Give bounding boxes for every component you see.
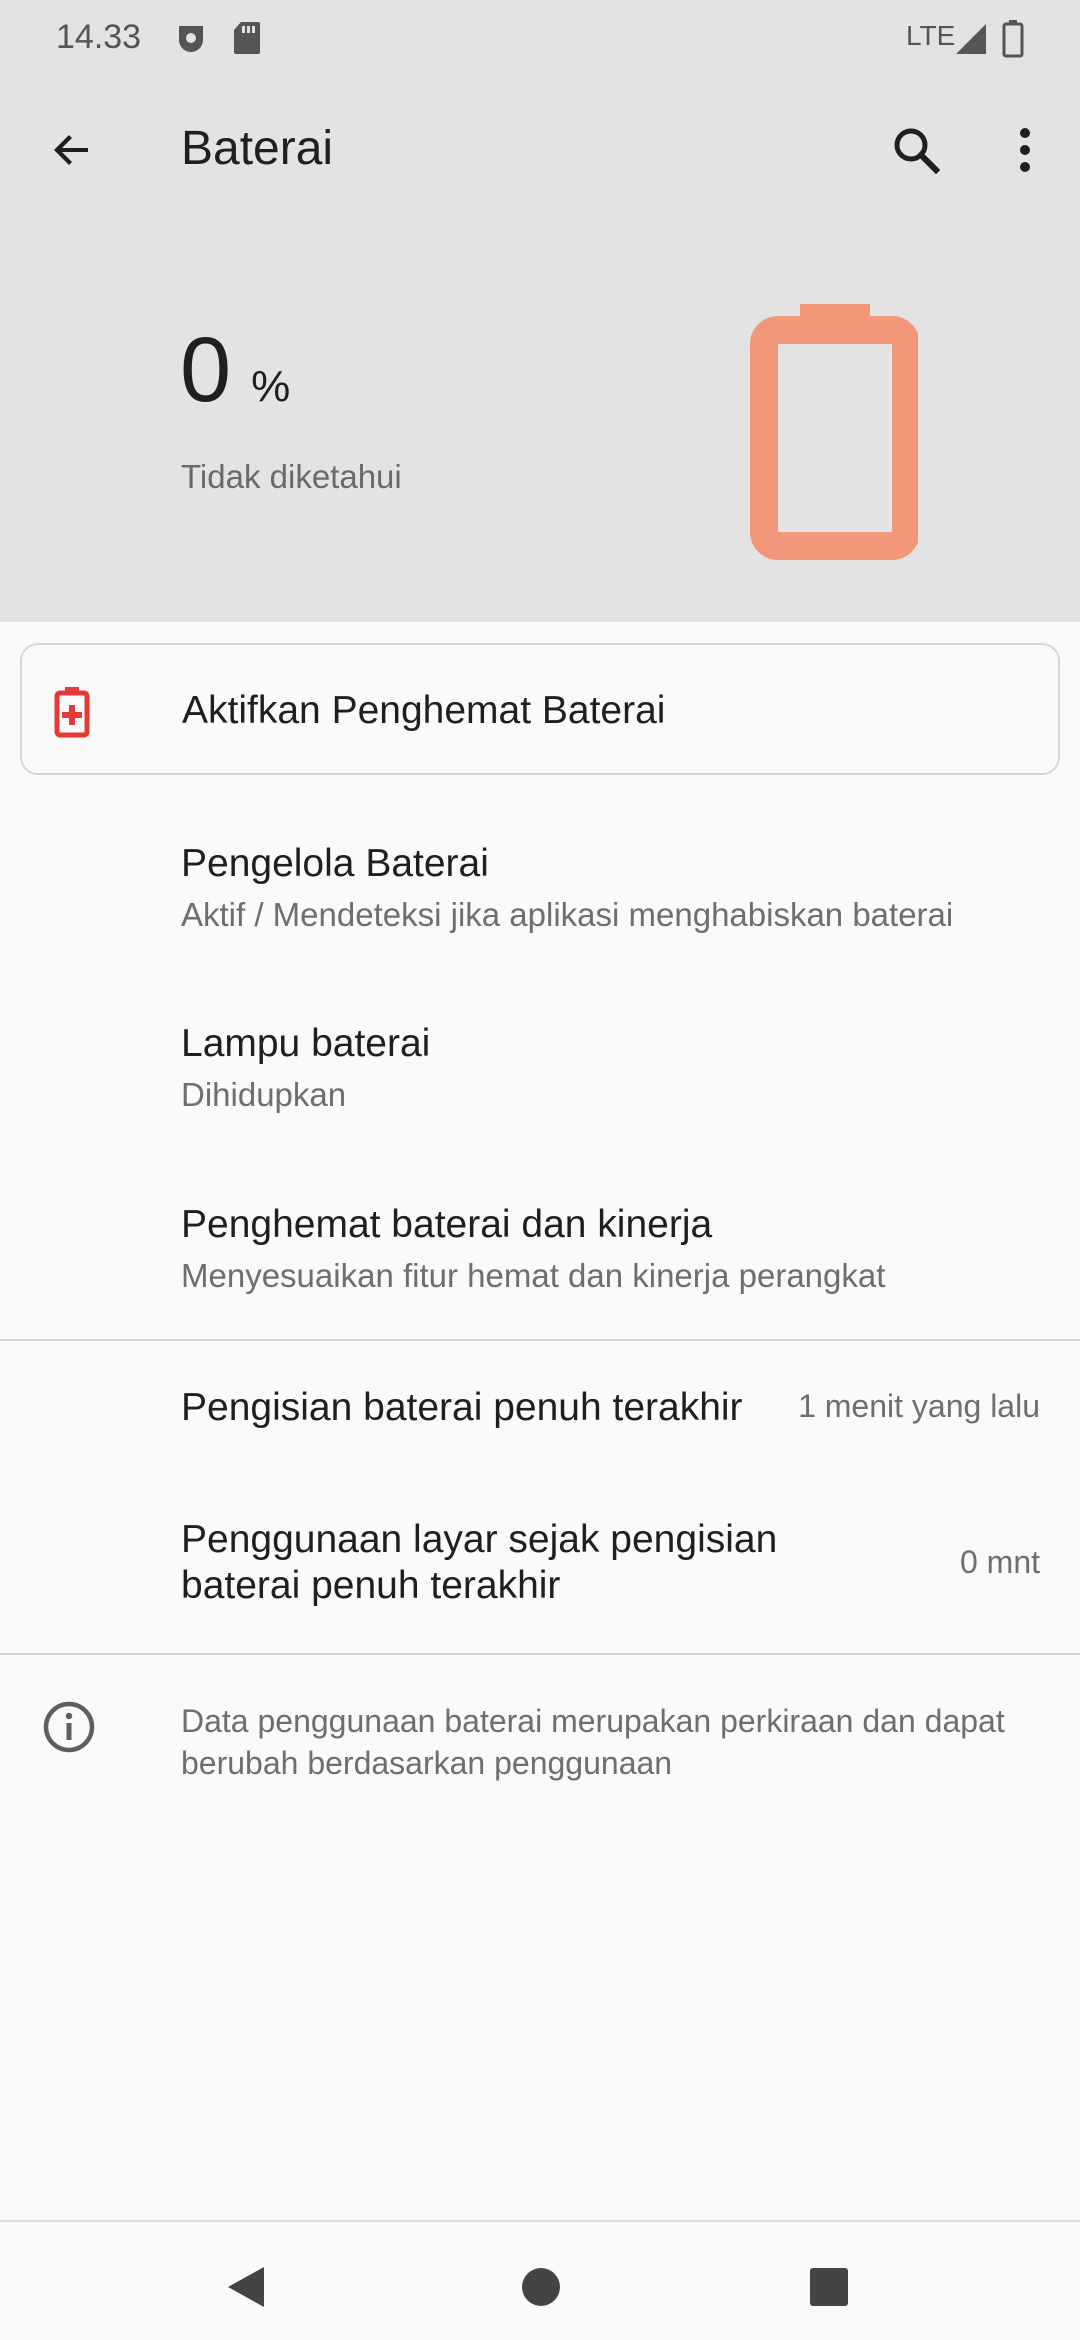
battery-icon xyxy=(1002,20,1024,63)
pref-saver-performance[interactable]: Penghemat baterai dan kinerja Menyesuaik… xyxy=(0,1181,1080,1331)
usage-value: 1 menit yang lalu xyxy=(798,1388,1040,1424)
pref-title: Lampu baterai xyxy=(181,1022,431,1065)
usage-value: 0 mnt xyxy=(959,1544,1040,1580)
divider xyxy=(0,1339,1080,1341)
back-button[interactable] xyxy=(40,118,104,182)
usage-label-line1: Penggunaan layar sejak pengisian xyxy=(181,1518,778,1561)
battery-status: Tidak diketahui xyxy=(181,458,402,495)
navigation-bar xyxy=(0,2220,1080,2340)
info-icon xyxy=(42,1700,96,1759)
nav-back-button[interactable] xyxy=(214,2262,278,2312)
pref-title: Penghemat baterai dan kinerja xyxy=(181,1203,713,1246)
battery-graphic-icon xyxy=(748,302,920,567)
battery-level-value: 0 xyxy=(180,319,232,421)
pref-battery-light[interactable]: Lampu baterai Dihidupkan xyxy=(0,1000,1080,1150)
recents-square-icon xyxy=(810,2268,848,2306)
battery-level: 0 % xyxy=(180,318,290,428)
footer-info-text: Data penggunaan baterai merupakan perkir… xyxy=(181,1703,1005,1781)
battery-saver-icon xyxy=(52,685,92,744)
nav-home-button[interactable] xyxy=(509,2262,573,2312)
battery-saver-label: Aktifkan Penghemat Baterai xyxy=(182,689,666,732)
sd-card-icon xyxy=(232,20,262,61)
battery-saver-card[interactable]: Aktifkan Penghemat Baterai xyxy=(20,643,1060,775)
pref-summary: Menyesuaikan fitur hemat dan kinerja per… xyxy=(181,1257,886,1294)
battery-header: 14.33 LTE Baterai 0 % Tidak diketahui xyxy=(0,0,1080,622)
pref-summary: Dihidupkan xyxy=(181,1076,347,1113)
page-title: Baterai xyxy=(181,122,334,175)
usage-screen-time: Penggunaan layar sejak pengisian baterai… xyxy=(0,1500,1080,1640)
search-button[interactable] xyxy=(884,118,948,182)
notification-icon xyxy=(174,20,208,61)
usage-label: Pengisian baterai penuh terakhir xyxy=(181,1386,743,1429)
pref-battery-manager[interactable]: Pengelola Baterai Aktif / Mendeteksi jik… xyxy=(0,820,1080,970)
status-time: 14.33 xyxy=(56,18,142,56)
back-arrow-icon xyxy=(54,135,88,165)
more-options-button[interactable] xyxy=(1000,118,1050,182)
network-type: LTE xyxy=(906,20,956,51)
pref-title: Pengelola Baterai xyxy=(181,842,489,885)
usage-label-line2: baterai penuh terakhir xyxy=(181,1564,561,1607)
divider xyxy=(0,1653,1080,1655)
status-bar: 14.33 LTE xyxy=(0,0,1080,80)
usage-last-full-charge: Pengisian baterai penuh terakhir 1 menit… xyxy=(0,1360,1080,1460)
battery-level-unit: % xyxy=(251,362,291,411)
search-icon xyxy=(894,128,941,175)
back-triangle-icon xyxy=(228,2267,264,2307)
home-circle-icon xyxy=(522,2268,560,2306)
signal-icon xyxy=(954,22,988,61)
more-vert-icon xyxy=(1020,128,1030,172)
pref-summary: Aktif / Mendeteksi jika aplikasi menghab… xyxy=(181,896,954,933)
nav-recents-button[interactable] xyxy=(797,2262,861,2312)
